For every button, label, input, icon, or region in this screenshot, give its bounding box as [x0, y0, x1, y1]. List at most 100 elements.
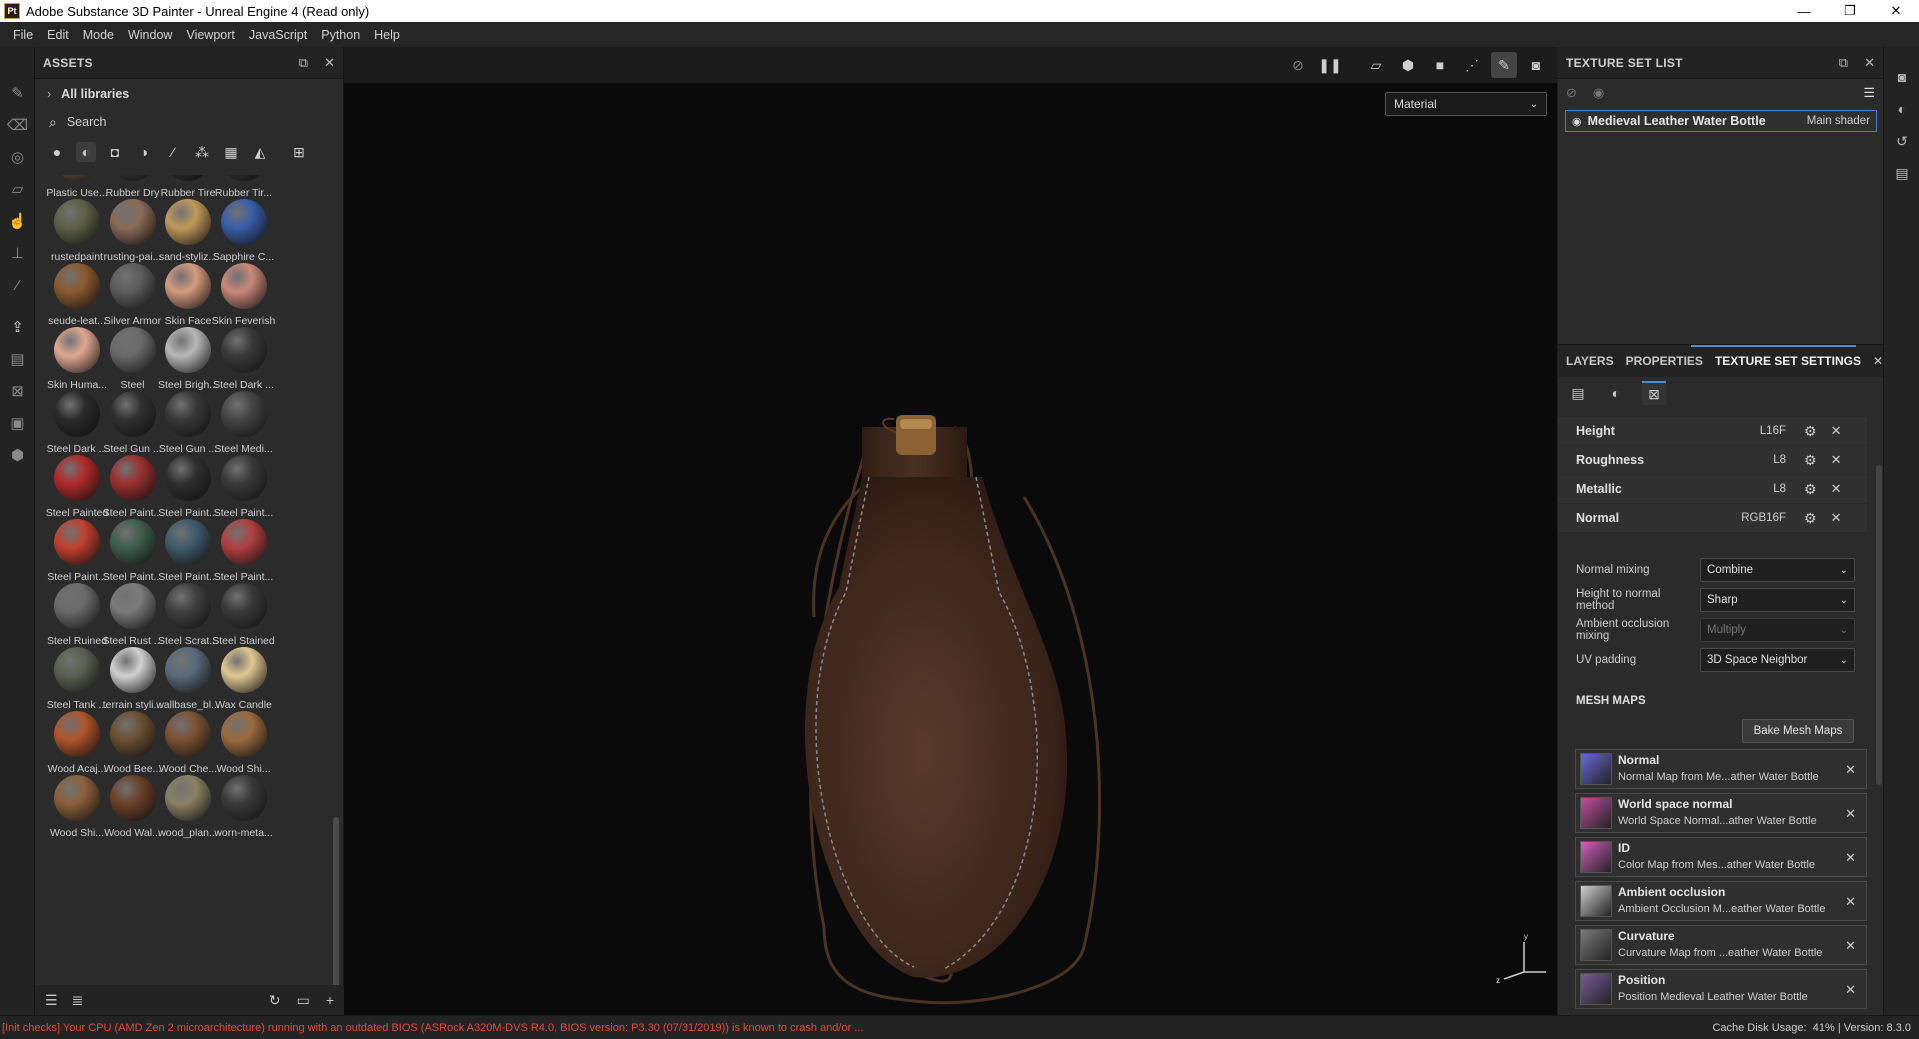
projection-icon[interactable]: ◎	[0, 141, 35, 173]
shader-label[interactable]: Main shader	[1807, 115, 1870, 127]
close-icon[interactable]: ✕	[1831, 481, 1842, 497]
menu-javascript[interactable]: JavaScript	[242, 28, 314, 42]
library-selector[interactable]: › All libraries	[35, 79, 343, 109]
shader-subtab-icon[interactable]: ◐	[1604, 381, 1628, 405]
menu-edit[interactable]: Edit	[40, 28, 76, 42]
channel-row[interactable]: Height L16F ⚙ ✕	[1558, 417, 1867, 446]
close-icon[interactable]: ✕	[1831, 423, 1842, 439]
filter-view-icon[interactable]: ≣	[72, 992, 84, 1009]
paint-mode-icon[interactable]: ✎	[1491, 52, 1517, 78]
visibility-eye-icon[interactable]: ◉	[1572, 115, 1582, 128]
uv-padding-select[interactable]: 3D Space Neighbor ⌄	[1700, 648, 1855, 672]
polygon-fill-icon[interactable]: ▱	[0, 173, 35, 205]
pause-icon[interactable]: ❚❚	[1317, 52, 1343, 78]
menu-python[interactable]: Python	[314, 28, 367, 42]
search-input[interactable]: ⌕ Search	[35, 109, 343, 135]
grid-view-icon[interactable]: ⊞	[289, 142, 309, 162]
close-icon[interactable]: ✕	[1864, 55, 1875, 71]
eraser-icon[interactable]: ⌫	[0, 109, 35, 141]
environment-filter-icon[interactable]: ◭	[250, 142, 270, 162]
3d-view-icon[interactable]: ⬢	[1395, 52, 1421, 78]
channel-row[interactable]: Roughness L8 ⚙ ✕	[1558, 446, 1867, 475]
channel-format[interactable]: L8	[1736, 483, 1786, 495]
channel-format[interactable]: L16F	[1736, 425, 1786, 437]
close-icon[interactable]: ✕	[324, 55, 335, 71]
channel-format[interactable]: RGB16F	[1736, 512, 1786, 524]
gear-icon[interactable]: ⚙	[1804, 452, 1817, 469]
mesh-map-row[interactable]: ID Color Map from Mes...ather Water Bottl…	[1575, 837, 1867, 877]
mesh-map-row[interactable]: Curvature Curvature Map from ...eather Wa…	[1575, 925, 1867, 965]
export-icon[interactable]: ⇪	[0, 311, 35, 343]
mesh-map-row[interactable]: World space normal World Space Normal...a…	[1575, 793, 1867, 833]
close-icon[interactable]: ✕	[1845, 982, 1856, 998]
2d-view-icon[interactable]: ▱	[1363, 52, 1389, 78]
hide-icon[interactable]: ⊘	[1566, 85, 1577, 101]
add-icon[interactable]: +	[326, 992, 334, 1009]
tab-properties[interactable]: PROPERTIES	[1626, 354, 1703, 368]
mesh-map-row[interactable]: Normal Normal Map from Me...ather Water B…	[1575, 749, 1867, 789]
list-view-icon[interactable]: ☰	[45, 992, 58, 1009]
bake-icon[interactable]: ▤	[0, 343, 35, 375]
gear-icon[interactable]: ⚙	[1804, 510, 1817, 527]
normal-mixing-select[interactable]: Combine ⌄	[1700, 558, 1855, 582]
menu-icon[interactable]: ☰	[1863, 85, 1875, 101]
hide-overlay-icon[interactable]: ⊘	[1285, 52, 1311, 78]
minimize-button[interactable]: —	[1781, 0, 1827, 22]
undock-icon[interactable]: ⧉	[299, 55, 308, 71]
viewport-mode-select[interactable]: Material ⌄	[1385, 92, 1547, 116]
symmetry-icon[interactable]: ⋰	[1459, 52, 1485, 78]
folder-icon[interactable]: ▭	[297, 992, 310, 1009]
material-filter-icon[interactable]: ◐	[76, 142, 96, 162]
material-thumbnail[interactable]: worn-meta...	[210, 775, 278, 853]
shader-settings-icon[interactable]: ◙	[1884, 61, 1919, 93]
menu-viewport[interactable]: Viewport	[179, 28, 241, 42]
menu-window[interactable]: Window	[121, 28, 179, 42]
channel-format[interactable]: L8	[1736, 454, 1786, 466]
close-icon[interactable]: ✕	[1845, 894, 1856, 910]
close-icon[interactable]: ✕	[1845, 806, 1856, 822]
texture-set-row[interactable]: ◉ Medieval Leather Water Bottle Main sha…	[1565, 110, 1877, 132]
color-picker-icon[interactable]: ⁄	[0, 269, 35, 301]
shelf-icon[interactable]: ▣	[0, 407, 35, 439]
log-icon[interactable]: ▤	[1884, 157, 1919, 189]
bake-mesh-maps-button[interactable]: Bake Mesh Maps	[1742, 719, 1854, 743]
gear-icon[interactable]: ⚙	[1804, 423, 1817, 440]
height-to-normal-select[interactable]: Sharp ⌄	[1700, 588, 1855, 612]
tab-layers[interactable]: LAYERS	[1566, 354, 1614, 368]
undock-icon[interactable]: ⧉	[1839, 55, 1848, 71]
mask-filter-icon[interactable]: ◘	[105, 142, 125, 162]
menu-mode[interactable]: Mode	[76, 28, 121, 42]
mesh-map-thumbnail[interactable]	[1580, 753, 1612, 785]
texture-filter-icon[interactable]: ▦	[221, 142, 241, 162]
viewport[interactable]: ⊘ ❚❚ ▱ ⬢ ■ ⋰ ✎ ◙ Material ⌄ y z	[344, 47, 1557, 1015]
close-icon[interactable]: ✕	[1873, 354, 1883, 368]
close-icon[interactable]: ✕	[1831, 452, 1842, 468]
close-icon[interactable]: ✕	[1845, 762, 1856, 778]
history-icon[interactable]: ↺	[1884, 125, 1919, 157]
channels-subtab-icon[interactable]: ▤	[1566, 381, 1590, 405]
mesh-map-thumbnail[interactable]	[1580, 973, 1612, 1005]
display-settings-icon[interactable]: ◐	[1884, 93, 1919, 125]
mesh-map-thumbnail[interactable]	[1580, 841, 1612, 873]
menu-help[interactable]: Help	[367, 28, 407, 42]
settings-scrollbar[interactable]	[1876, 465, 1882, 785]
sphere-filter-icon[interactable]: ●	[47, 142, 67, 162]
camera-icon[interactable]: ■	[1427, 52, 1453, 78]
close-icon[interactable]: ✕	[1845, 850, 1856, 866]
channel-row[interactable]: Metallic L8 ⚙ ✕	[1558, 475, 1867, 504]
mesh-map-thumbnail[interactable]	[1580, 929, 1612, 961]
paint-brush-icon[interactable]: ✎	[0, 77, 35, 109]
mesh-map-thumbnail[interactable]	[1580, 797, 1612, 829]
mesh-map-row[interactable]: Position Position Medieval Leather Water …	[1575, 969, 1867, 1009]
geometry-mask-icon[interactable]: ⊠	[0, 375, 35, 407]
eye-icon[interactable]: ◉	[1593, 85, 1604, 101]
close-icon[interactable]: ✕	[1831, 510, 1842, 526]
mesh-subtab-icon[interactable]: ⊠	[1642, 381, 1666, 405]
refresh-icon[interactable]: ↻	[269, 992, 281, 1009]
cube-icon[interactable]: ⬢	[0, 439, 35, 471]
particle-filter-icon[interactable]: ⁂	[192, 142, 212, 162]
tab-texture-set-settings[interactable]: TEXTURE SET SETTINGS	[1715, 354, 1861, 368]
bios-warning-message[interactable]: [Init checks] Your CPU (AMD Zen 2 microa…	[2, 1022, 863, 1034]
menu-file[interactable]: File	[6, 28, 40, 42]
smart-material-filter-icon[interactable]: ◑	[134, 142, 154, 162]
